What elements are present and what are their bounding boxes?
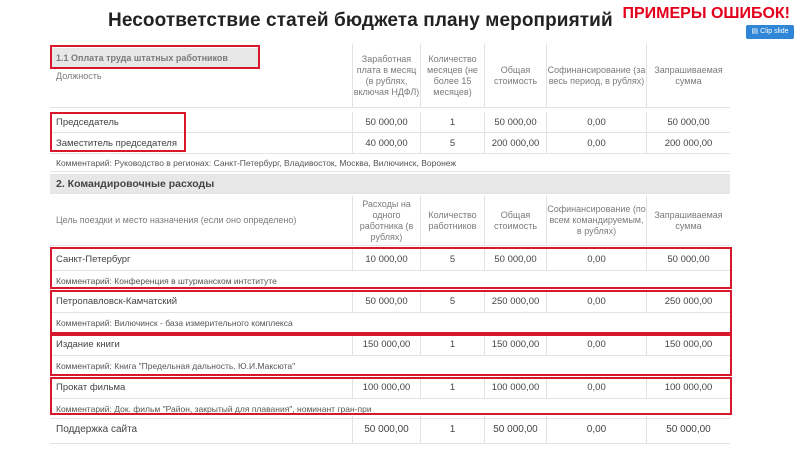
row-name: Прокат фильма	[56, 382, 126, 393]
row-rate: 50 000,00	[352, 416, 420, 443]
clip-slide-label: Clip slide	[760, 28, 789, 35]
clip-slide-button[interactable]: ▤ Clip slide	[746, 25, 794, 39]
row-total: 50 000,00	[484, 112, 546, 132]
column-header-destination: Цель поездки и место назначения (если он…	[56, 215, 297, 225]
table-comment-row: Комментарий: Вилючинск - база измеритель…	[50, 313, 730, 333]
table-row: Санкт-Петербург 10 000,00 5 50 000,00 0,…	[50, 249, 730, 271]
row-request: 150 000,00	[646, 334, 730, 355]
row-rate: 50 000,00	[352, 291, 420, 312]
row-rate: 50 000,00	[352, 112, 420, 132]
row-qty: 5	[420, 291, 484, 312]
row-request: 100 000,00	[646, 377, 730, 398]
row-total: 150 000,00	[484, 334, 546, 355]
row-name: Петропавловск-Камчатский	[56, 296, 178, 307]
row-rate: 100 000,00	[352, 377, 420, 398]
row-rate: 150 000,00	[352, 334, 420, 355]
row-total: 200 000,00	[484, 133, 546, 153]
row-cofinancing: 0,00	[546, 377, 646, 398]
row-request: 250 000,00	[646, 291, 730, 312]
row-request: 50 000,00	[646, 112, 730, 132]
row-total: 100 000,00	[484, 377, 546, 398]
row-comment: Комментарий: Конференция в штурманском и…	[56, 275, 277, 286]
column-header-total: Общая стоимость	[484, 44, 546, 107]
row-request: 50 000,00	[646, 416, 730, 443]
column-header-position: Должность	[56, 70, 102, 81]
row-total: 50 000,00	[484, 416, 546, 443]
row-request: 200 000,00	[646, 133, 730, 153]
section-title-travel-label: 2. Командировочные расходы	[56, 177, 215, 190]
table-row: Издание книги 150 000,00 1 150 000,00 0,…	[50, 334, 730, 356]
row-cofinancing: 0,00	[546, 112, 646, 132]
row-cofinancing: 0,00	[546, 334, 646, 355]
column-header-cofinancing: Софинансирование (по всем командируемым,…	[546, 196, 646, 245]
column-header-workers: Количество работников	[420, 196, 484, 245]
column-header-salary: Заработная плата в месяц (в рублях, вклю…	[352, 44, 420, 107]
slide-title: Несоответствие статей бюджета плану меро…	[108, 10, 613, 31]
row-total: 50 000,00	[484, 249, 546, 270]
row-request: 50 000,00	[646, 249, 730, 270]
table-header-travel: Цель поездки и место назначения (если он…	[50, 196, 730, 246]
table-comment-row: Комментарий: Книга "Предельная дальность…	[50, 356, 730, 376]
errors-badge: ПРИМЕРЫ ОШИБОК!	[622, 5, 790, 22]
row-rate: 40 000,00	[352, 133, 420, 153]
column-header-total: Общая стоимость	[484, 196, 546, 245]
row-cofinancing: 0,00	[546, 133, 646, 153]
row-name: Председатель	[56, 116, 119, 128]
clip-icon: ▤	[751, 28, 759, 35]
row-cofinancing: 0,00	[546, 249, 646, 270]
column-header-months: Количество месяцев (не более 15 месяцев)	[420, 44, 484, 107]
table-comment-row: Комментарий: Руководство в регионах: Сан…	[50, 154, 730, 172]
row-qty: 5	[420, 249, 484, 270]
row-qty: 1	[420, 416, 484, 443]
column-header-cofinancing: Софинансирование (за весь период, в рубл…	[546, 44, 646, 107]
row-qty: 1	[420, 334, 484, 355]
column-header-request: Запрашиваемая сумма	[646, 44, 730, 107]
section-title-travel: 2. Командировочные расходы	[50, 174, 730, 194]
table-row: Прокат фильма 100 000,00 1 100 000,00 0,…	[50, 377, 730, 399]
row-name: Издание книги	[56, 339, 120, 350]
column-header-cost-per-worker: Расходы на одного работника (в рублях)	[352, 196, 420, 245]
table-row: Заместитель председателя 40 000,00 5 200…	[50, 133, 730, 154]
row-qty: 5	[420, 133, 484, 153]
row-cofinancing: 0,00	[546, 416, 646, 443]
row-comment: Комментарий: Книга "Предельная дальность…	[56, 360, 296, 371]
column-header-request: Запрашиваемая сумма	[646, 196, 730, 245]
table-header-salary: 1.1 Оплата труда штатных работников Долж…	[50, 44, 730, 108]
budget-table: 1.1 Оплата труда штатных работников Долж…	[50, 44, 730, 450]
row-comment: Комментарий: Вилючинск - база измеритель…	[56, 317, 293, 328]
row-comment: Комментарий: Руководство в регионах: Сан…	[56, 157, 457, 168]
table-row: Петропавловск-Камчатский 50 000,00 5 250…	[50, 291, 730, 313]
row-name: Санкт-Петербург	[56, 254, 131, 265]
table-row: Поддержка сайта 50 000,00 1 50 000,00 0,…	[50, 416, 730, 444]
section-title-salary: 1.1 Оплата труда штатных работников	[50, 48, 260, 68]
row-qty: 1	[420, 112, 484, 132]
row-name: Поддержка сайта	[56, 424, 138, 435]
table-comment-row: Комментарий: Конференция в штурманском и…	[50, 271, 730, 291]
row-name: Заместитель председателя	[56, 137, 177, 149]
row-rate: 10 000,00	[352, 249, 420, 270]
row-total: 250 000,00	[484, 291, 546, 312]
row-qty: 1	[420, 377, 484, 398]
row-cofinancing: 0,00	[546, 291, 646, 312]
table-row: Председатель 50 000,00 1 50 000,00 0,00 …	[50, 112, 730, 133]
